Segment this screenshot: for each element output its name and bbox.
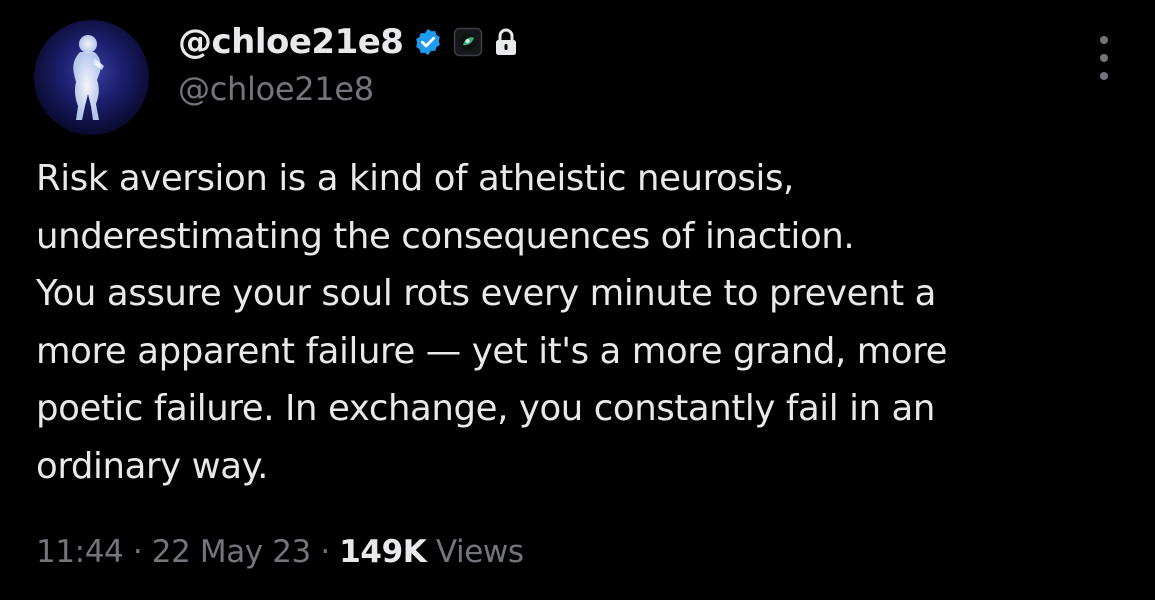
verified-badge-icon[interactable] (413, 27, 443, 57)
author-handle[interactable]: @chloe21e8 (178, 70, 374, 108)
tweet-text-line: Risk aversion is a kind of atheistic neu… (36, 158, 794, 199)
more-options-icon[interactable] (1094, 36, 1114, 80)
meta-separator: · (320, 534, 330, 570)
tweet-text-line: underestimating the consequences of inac… (36, 215, 855, 257)
more-dot (1100, 36, 1108, 44)
tweet-text-line: You assure your soul rots every minute t… (36, 273, 936, 314)
meta-separator: · (132, 534, 143, 570)
views-label: Views (435, 534, 524, 570)
tweet-date[interactable]: 22 May 23 (152, 534, 311, 570)
avatar[interactable] (34, 20, 149, 135)
affiliate-badge-icon[interactable] (453, 27, 483, 57)
avatar-figure-icon (73, 35, 104, 120)
lock-icon (493, 27, 519, 57)
views-count[interactable]: 149K (339, 534, 427, 570)
tweet-text-line: ordinary way. (36, 445, 269, 487)
tweet-text-line: more apparent failure — yet it's a more … (36, 330, 948, 372)
more-dot (1100, 72, 1108, 80)
tweet-meta: 11:44 · 22 May 23 · 149K Views (36, 534, 524, 570)
more-dot (1100, 54, 1108, 62)
tweet-text: Risk aversion is a kind of atheistic neu… (36, 150, 1126, 495)
tweet-time[interactable]: 11:44 (36, 534, 124, 570)
author-display-name[interactable]: @chloe21e8 (178, 22, 404, 62)
author-name-row: @chloe21e8 (178, 18, 519, 66)
tweet-card: @chloe21e8 @chloe21e8 Risk aversion is a… (0, 0, 1155, 600)
tweet-text-line: poetic failure. In exchange, you constan… (36, 388, 936, 429)
